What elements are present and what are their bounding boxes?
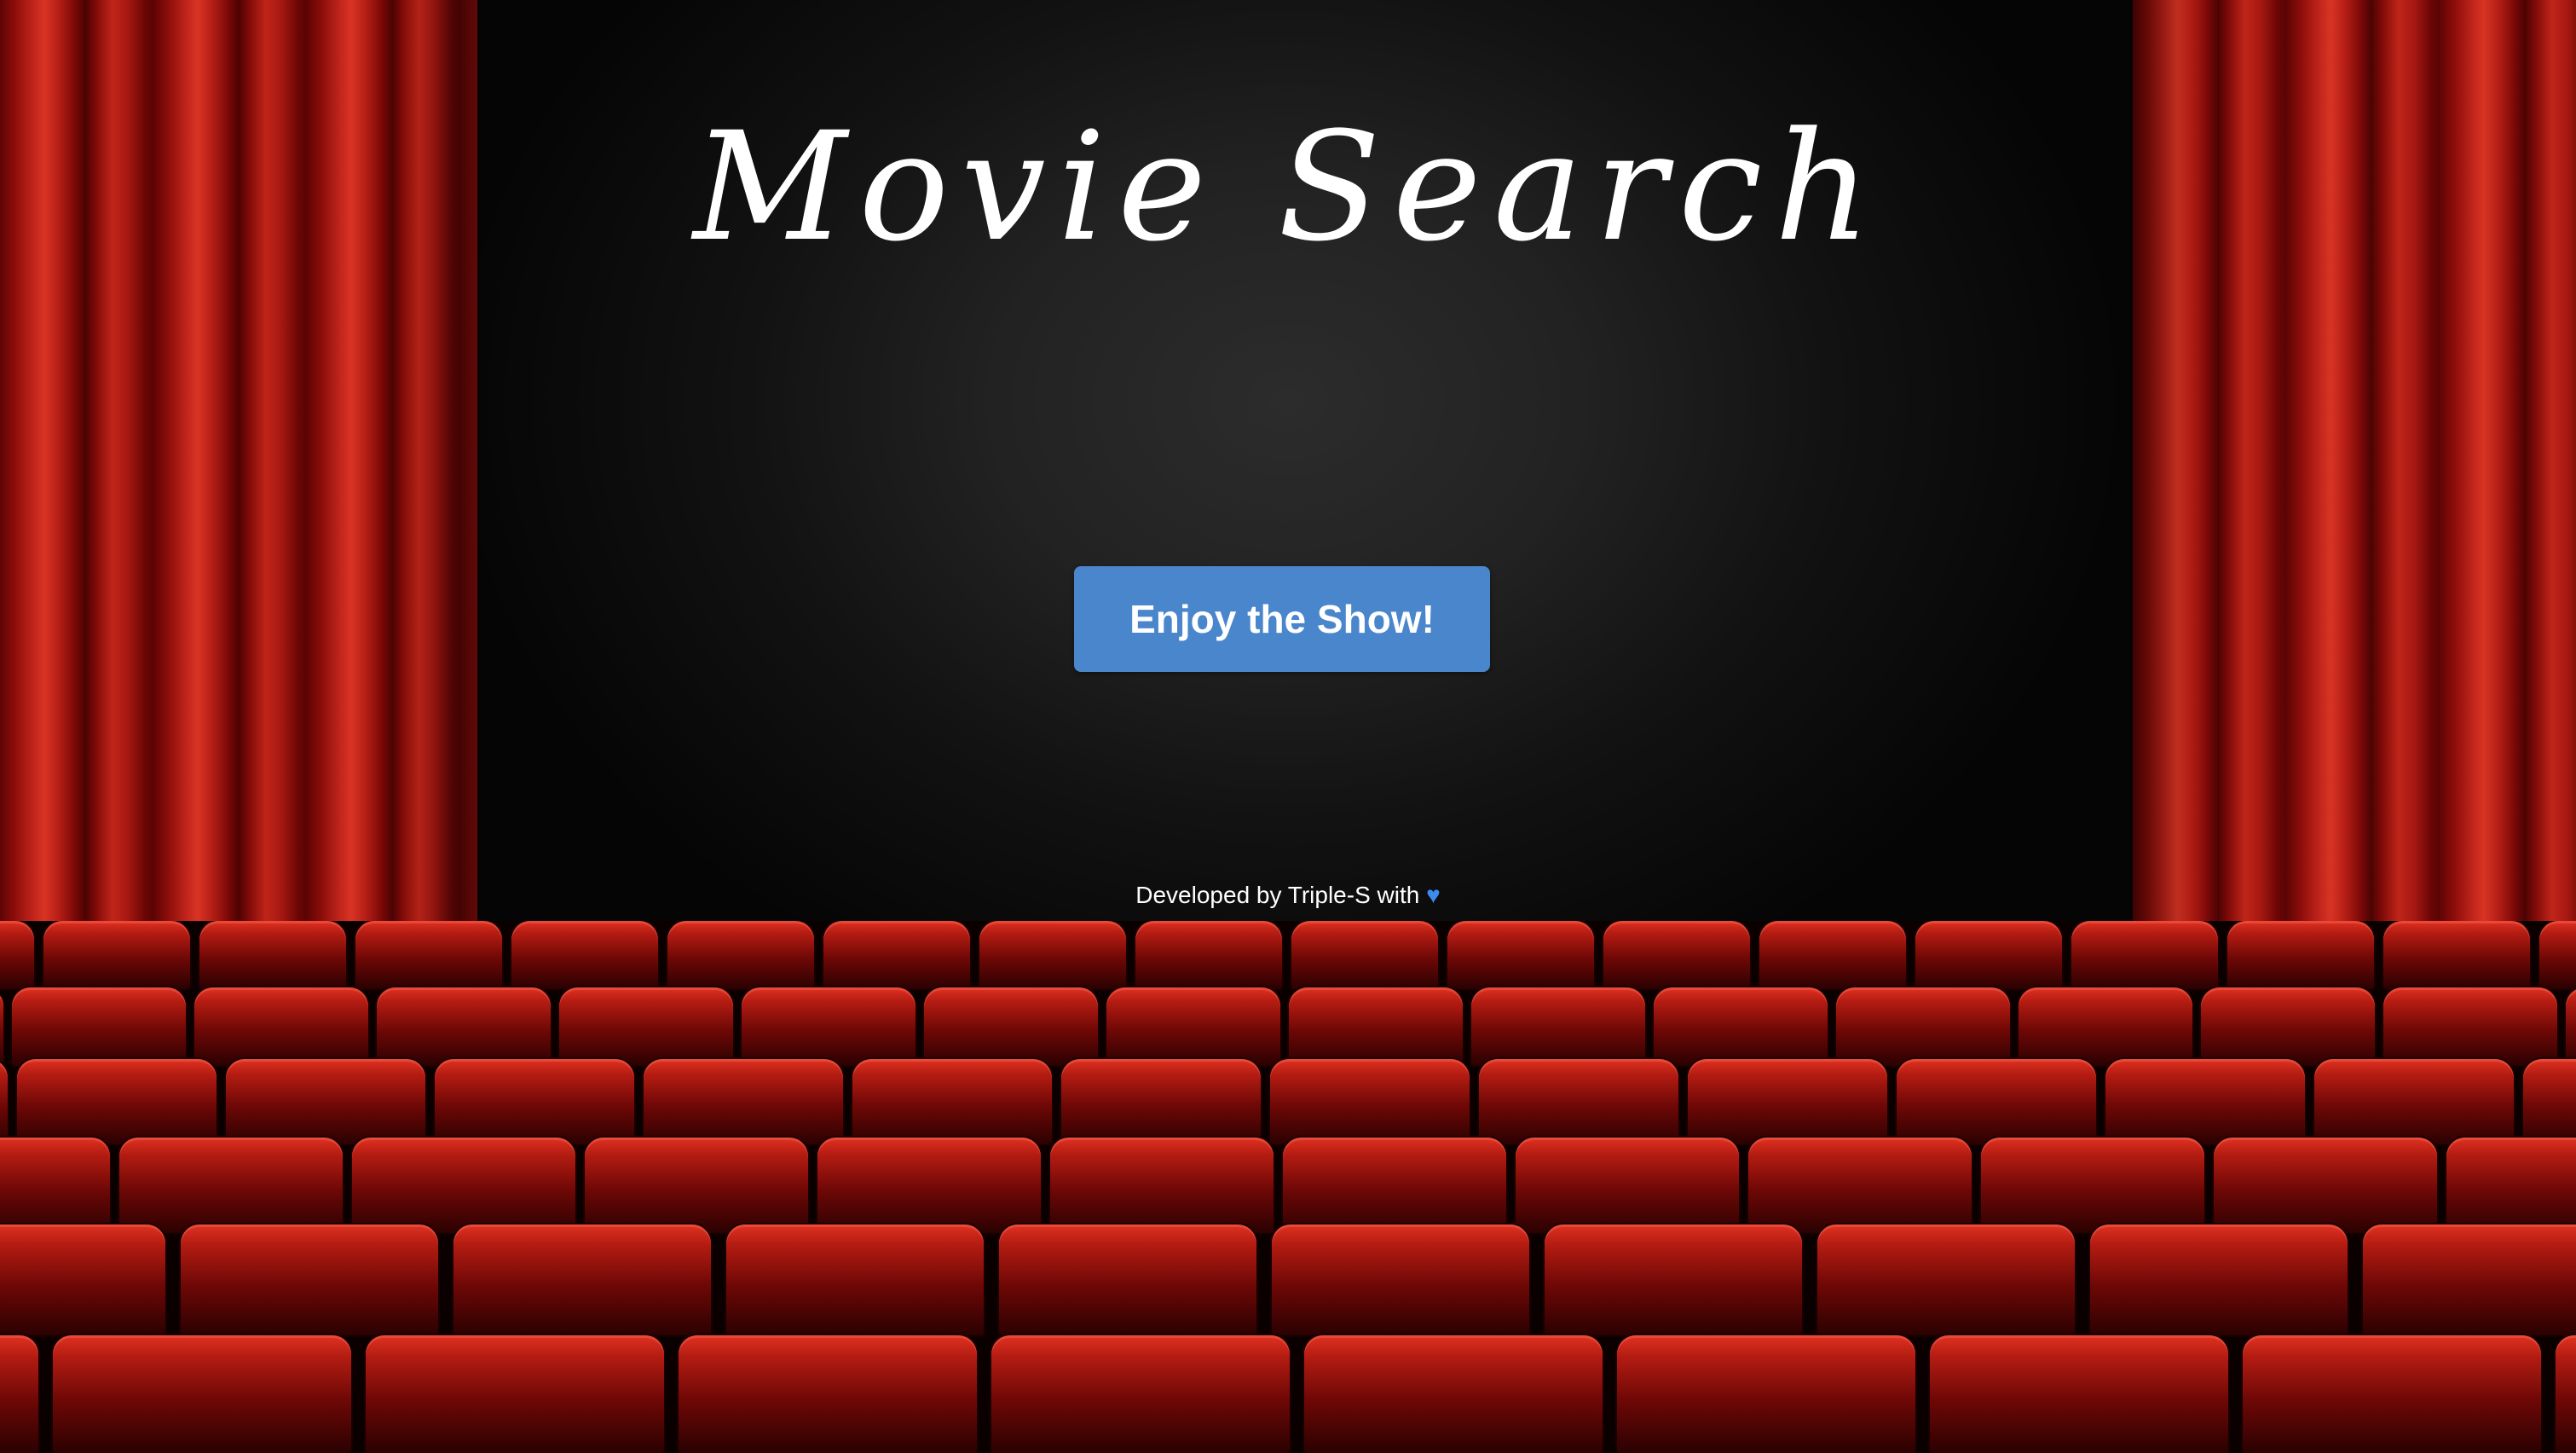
theater-seat [1817,1224,2075,1335]
theater-seat [979,921,1126,989]
theater-seat [1270,1059,1470,1144]
theater-seat [2314,1059,2514,1144]
theater-seat [352,1138,575,1233]
theater-seat [1050,1138,1274,1233]
theater-seat [852,1059,1052,1144]
theater-seat [1106,987,1280,1066]
theater-seat [999,1224,1256,1335]
theater-seat [1603,921,1750,989]
theater-seat [0,1138,110,1233]
theater-seat [585,1138,808,1233]
theater-seat [1545,1224,1802,1335]
theater-seat [559,987,733,1066]
theater-seat [667,921,814,989]
theater-seat [1617,1335,1915,1453]
theater-seat [366,1335,664,1453]
theater-seat [1688,1059,1887,1144]
theater-seat [0,921,34,989]
theater-seat [1061,1059,1261,1144]
theater-seat [0,987,3,1066]
theater-seat [817,1138,1041,1233]
theater-seat [1304,1335,1603,1453]
theater-seat [1479,1059,1678,1144]
theater-seat [1897,1059,2096,1144]
page-title: Movie Search [693,100,1883,275]
theater-seat [1930,1335,2228,1453]
theater-seat [644,1059,843,1144]
theater-seat [2566,987,2576,1066]
theater-seat [1135,921,1282,989]
theater-seat [2105,1059,2305,1144]
theater-seat [1283,1138,1506,1233]
theater-seat [1291,921,1438,989]
theater-seat [1981,1138,2204,1233]
theater-seat [2243,1335,2541,1453]
theater-seat [0,1224,165,1335]
theater-seat [2201,987,2375,1066]
theater-seat [1289,987,1463,1066]
enjoy-the-show-button[interactable]: Enjoy the Show! [1074,566,1490,672]
theater-seat [823,921,970,989]
theater-seat [377,987,551,1066]
theater-seat [2019,987,2192,1066]
theater-seat [1516,1138,1739,1233]
theater-seat [1748,1138,1972,1233]
footer-credit: Developed by Triple-S with ♥ [0,878,2576,912]
theater-seat [453,1224,711,1335]
theater-seat [1447,921,1594,989]
theater-seat [679,1335,977,1453]
theater-seat [181,1224,438,1335]
theater-seat [1836,987,2010,1066]
theater-seat [991,1335,1290,1453]
theater-seat [1471,987,1645,1066]
theater-seat [511,921,658,989]
theater-seat [1272,1224,1529,1335]
theater-seat [119,1138,343,1233]
theater-stage: Movie Search Enjoy the Show! Developed b… [0,0,2576,1453]
theater-seat [2383,921,2530,989]
theater-seat [2363,1224,2576,1335]
theater-seat [726,1224,984,1335]
theater-seat [924,987,1098,1066]
audience-seats [0,921,2576,1453]
theater-seat [226,1059,425,1144]
theater-seat [2539,921,2576,989]
theater-seat [2523,1059,2576,1144]
theater-seat [2227,921,2374,989]
theater-seat [1915,921,2062,989]
theater-seat [0,1335,38,1453]
theater-seat [2446,1138,2576,1233]
theater-seat [2383,987,2557,1066]
theater-seat [1759,921,1906,989]
theater-seat [12,987,186,1066]
theater-seat [17,1059,217,1144]
theater-seat [53,1335,351,1453]
theater-seat [0,1059,8,1144]
theater-seat [2214,1138,2437,1233]
theater-seat [194,987,368,1066]
theater-seat [2090,1224,2348,1335]
theater-seat [1654,987,1828,1066]
theater-seat [199,921,346,989]
theater-seat [2556,1335,2576,1453]
theater-seat [742,987,915,1066]
theater-seat [2071,921,2218,989]
theater-seat [355,921,502,989]
footer-text: Developed by Triple-S with [1135,882,1420,908]
theater-seat [435,1059,634,1144]
blue-heart-icon: ♥ [1426,882,1441,908]
theater-seat [43,921,190,989]
